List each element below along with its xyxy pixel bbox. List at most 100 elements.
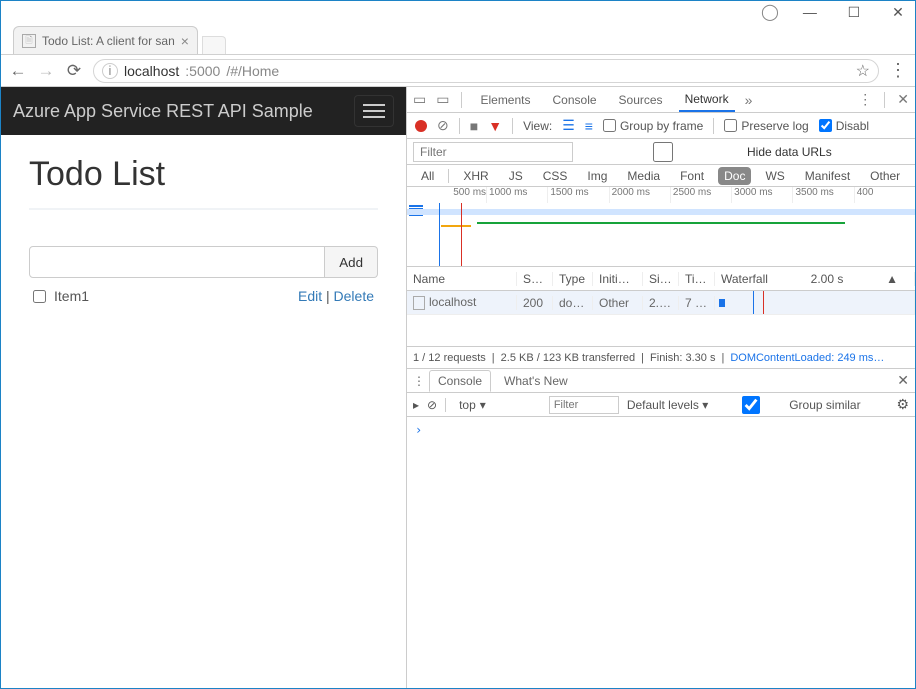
- devtools-panel: ▭ ▭ Elements Console Sources Network » ⋮…: [406, 87, 915, 688]
- devtools-menu-icon[interactable]: ⋮: [858, 91, 872, 108]
- app-brand: Azure App Service REST API Sample: [13, 101, 313, 122]
- network-filterbar: Hide data URLs: [407, 139, 915, 165]
- app-navbar: Azure App Service REST API Sample: [1, 87, 406, 135]
- console-toolbar: ▸ ⊘ top Default levels Group similar ⚙: [407, 393, 915, 417]
- maximize-button[interactable]: ☐: [841, 1, 867, 23]
- inspect-icon[interactable]: ▭: [413, 91, 426, 108]
- browser-tab[interactable]: 🗎 Todo List: A client for san ×: [13, 26, 198, 54]
- network-filter-input[interactable]: [413, 142, 573, 162]
- col-time[interactable]: Ti…: [679, 272, 715, 286]
- devtools-drawer-tabs: ⋮ Console What's New ✕: [407, 369, 915, 393]
- filter-media[interactable]: Media: [621, 167, 666, 185]
- filter-other[interactable]: Other: [864, 167, 906, 185]
- col-type[interactable]: Type: [553, 272, 593, 286]
- bookmark-icon[interactable]: ☆: [856, 61, 870, 81]
- browser-menu-icon[interactable]: ⋮: [889, 60, 907, 81]
- forward-button: →: [37, 61, 55, 81]
- network-toolbar: ⊘ ■ ▼ View: ☰ ≡ Group by frame Preserve …: [407, 113, 915, 139]
- filter-js[interactable]: JS: [503, 167, 529, 185]
- todo-item-row: Item1 Edit | Delete: [29, 278, 378, 314]
- filter-xhr[interactable]: XHR: [457, 167, 494, 185]
- page-viewport: Azure App Service REST API Sample Todo L…: [1, 87, 406, 688]
- add-button[interactable]: Add: [325, 246, 378, 278]
- site-info-icon[interactable]: i: [102, 63, 118, 79]
- network-request-row[interactable]: localhost 200 do… Other 2.… 7 …: [407, 291, 915, 315]
- divider: [29, 208, 378, 210]
- tab-title: Todo List: A client for san: [42, 34, 175, 48]
- console-settings-icon[interactable]: ⚙: [896, 396, 909, 413]
- record-icon[interactable]: [415, 120, 427, 132]
- drawer-tab-console[interactable]: Console: [429, 370, 491, 392]
- browser-toolbar: ← → ⟳ i localhost :5000 /#/Home ☆ ⋮: [1, 55, 915, 87]
- delete-link[interactable]: Delete: [334, 288, 374, 304]
- reload-button[interactable]: ⟳: [65, 61, 83, 81]
- url-port: :5000: [185, 63, 220, 79]
- close-window-button[interactable]: ✕: [885, 1, 911, 23]
- filter-ws[interactable]: WS: [759, 167, 790, 185]
- edit-link[interactable]: Edit: [298, 288, 322, 304]
- filter-icon[interactable]: ▼: [488, 118, 502, 134]
- devtools-close-icon[interactable]: ✕: [897, 91, 909, 108]
- new-item-input[interactable]: [29, 246, 325, 278]
- overview-icon[interactable]: ≡: [585, 118, 593, 134]
- window-titlebar: ◯ — ☐ ✕: [1, 1, 915, 23]
- filter-all[interactable]: All: [415, 167, 440, 185]
- page-title: Todo List: [29, 149, 378, 208]
- filter-css[interactable]: CSS: [537, 167, 574, 185]
- capture-screenshots-icon[interactable]: ■: [470, 118, 478, 134]
- filter-doc[interactable]: Doc: [718, 167, 751, 185]
- console-filter-input[interactable]: [549, 396, 619, 414]
- filter-img[interactable]: Img: [581, 167, 613, 185]
- tab-sources[interactable]: Sources: [613, 89, 669, 111]
- clear-icon[interactable]: ⊘: [437, 117, 449, 134]
- drawer-tab-whatsnew[interactable]: What's New: [495, 370, 577, 392]
- minimize-button[interactable]: —: [797, 1, 823, 23]
- console-body[interactable]: ›: [407, 417, 915, 443]
- network-statusbar: 1 / 12 requests| 2.5 KB / 123 KB transfe…: [407, 347, 915, 369]
- more-tabs-icon[interactable]: »: [745, 92, 753, 108]
- devtools-tabbar: ▭ ▭ Elements Console Sources Network » ⋮…: [407, 87, 915, 113]
- tab-elements[interactable]: Elements: [474, 89, 536, 111]
- network-timeline[interactable]: 500 ms 1000 ms 1500 ms 2000 ms 2500 ms 3…: [407, 187, 915, 267]
- tab-console[interactable]: Console: [547, 89, 603, 111]
- preserve-log-checkbox[interactable]: Preserve log: [724, 119, 808, 133]
- hide-data-urls-checkbox[interactable]: Hide data URLs: [583, 142, 832, 162]
- console-levels-select[interactable]: Default levels: [627, 398, 708, 412]
- device-toggle-icon[interactable]: ▭: [436, 91, 449, 108]
- filter-font[interactable]: Font: [674, 167, 710, 185]
- console-sidebar-icon[interactable]: ▸: [413, 398, 419, 412]
- console-context-select[interactable]: top: [454, 395, 541, 415]
- document-icon: [413, 296, 425, 310]
- filter-manifest[interactable]: Manifest: [799, 167, 856, 185]
- tab-network[interactable]: Network: [679, 88, 735, 112]
- console-clear-icon[interactable]: ⊘: [427, 398, 437, 412]
- col-initiator[interactable]: Initiator: [593, 272, 643, 286]
- tab-close-icon[interactable]: ×: [181, 33, 189, 49]
- new-tab-button[interactable]: [202, 36, 226, 54]
- sort-asc-icon: ▲: [886, 272, 898, 286]
- todo-checkbox[interactable]: [33, 290, 46, 303]
- col-name[interactable]: Name: [407, 272, 517, 286]
- drawer-menu-icon[interactable]: ⋮: [413, 374, 425, 388]
- address-bar[interactable]: i localhost :5000 /#/Home ☆: [93, 59, 879, 83]
- url-host: localhost: [124, 63, 179, 79]
- col-waterfall[interactable]: Waterfall 2.00 s ▲: [715, 272, 915, 286]
- resource-type-filters: All XHR JS CSS Img Media Font Doc WS Man…: [407, 165, 915, 187]
- network-table: Name St… Type Initiator Size Ti… Waterfa…: [407, 267, 915, 347]
- back-button[interactable]: ←: [9, 61, 27, 81]
- browser-tabstrip: 🗎 Todo List: A client for san ×: [1, 23, 915, 55]
- profile-icon[interactable]: ◯: [761, 2, 779, 22]
- favicon-icon: 🗎: [22, 34, 36, 48]
- url-path: /#/Home: [226, 63, 279, 79]
- network-table-header: Name St… Type Initiator Size Ti… Waterfa…: [407, 267, 915, 291]
- console-prompt: ›: [415, 423, 422, 437]
- view-label: View:: [523, 119, 552, 133]
- large-rows-icon[interactable]: ☰: [562, 117, 575, 134]
- col-size[interactable]: Size: [643, 272, 679, 286]
- navbar-toggle-icon[interactable]: [354, 95, 394, 127]
- disable-cache-checkbox[interactable]: Disabl: [819, 119, 869, 133]
- group-similar-checkbox[interactable]: Group similar: [716, 396, 860, 414]
- group-by-frame-checkbox[interactable]: Group by frame: [603, 119, 703, 133]
- drawer-close-icon[interactable]: ✕: [897, 372, 909, 389]
- col-status[interactable]: St…: [517, 272, 553, 286]
